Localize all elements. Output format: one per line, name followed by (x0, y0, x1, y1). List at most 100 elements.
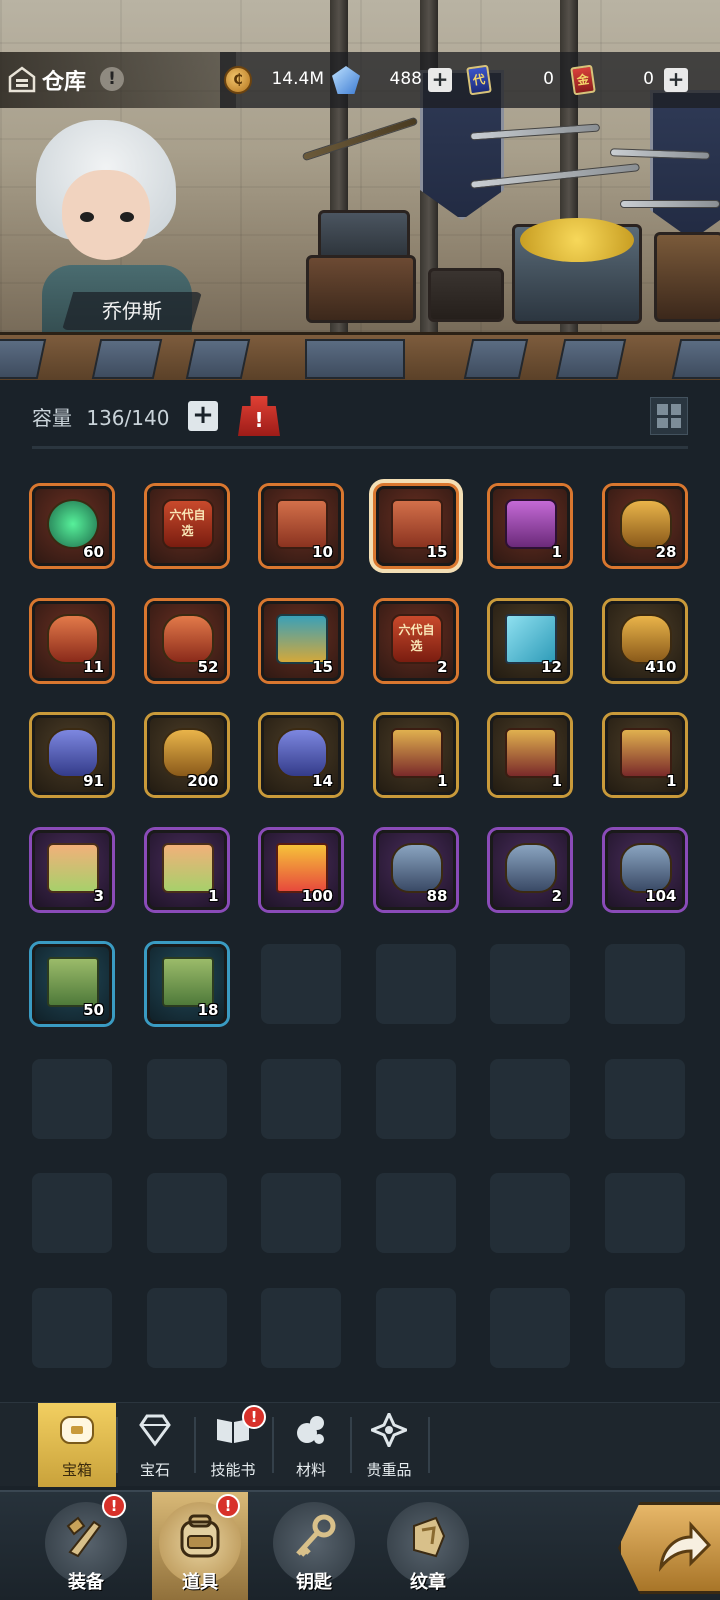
shelf-block (555, 339, 627, 379)
item-slot[interactable]: 50 (32, 944, 112, 1024)
item-slot[interactable]: 52 (146, 600, 227, 681)
empty-slot (261, 1287, 341, 1368)
item-slot[interactable]: 60 (32, 486, 112, 566)
item-slot[interactable]: 六代自选 2 (375, 600, 456, 681)
chest-decor (306, 255, 416, 323)
blue-card-icon: 代 (466, 64, 492, 96)
empty-slot (32, 1287, 112, 1368)
item-slot[interactable]: 1 (146, 829, 227, 910)
nav-label: 装备 (68, 1572, 104, 1593)
sword-decor (620, 200, 720, 208)
tab-book[interactable]: 技能书! (194, 1403, 272, 1487)
empty-slot (604, 1173, 685, 1253)
vase-gold-item-icon (619, 613, 672, 664)
item-slot[interactable]: 104 (604, 829, 685, 910)
title-area: 仓库 ! (0, 52, 236, 108)
vase-gold-item-icon (619, 499, 672, 549)
item-count: 15 (426, 543, 448, 561)
vase-steel-item-icon (619, 842, 672, 893)
item-slot[interactable]: 18 (146, 944, 227, 1024)
empty-slot (146, 1287, 227, 1368)
item-slot[interactable]: 2 (490, 829, 570, 910)
item-slot[interactable]: 六代自选 (146, 486, 227, 566)
add-crystal-button[interactable]: + (428, 68, 452, 92)
item-count: 1 (437, 772, 448, 790)
item-slot[interactable]: 1 (490, 486, 570, 566)
item-slot[interactable]: 3 (32, 829, 112, 910)
empty-slot (32, 1173, 112, 1253)
chest-decor (428, 268, 504, 322)
tab-materials[interactable]: 材料 (272, 1403, 350, 1487)
item-slot[interactable]: 1 (375, 715, 456, 795)
chest-a-item-icon (276, 499, 328, 549)
shelf-block (463, 339, 529, 379)
backpack-icon (178, 1514, 222, 1560)
chest-icon (59, 1413, 95, 1447)
item-count: 1 (551, 772, 562, 790)
nav-key[interactable]: 钥匙 (266, 1492, 362, 1600)
item-slot[interactable]: 100 (261, 829, 341, 910)
shelf-block (671, 339, 720, 379)
tab-diamond[interactable]: 宝石 (116, 1403, 194, 1487)
vase-red-item-icon (47, 613, 99, 664)
item-count: 1 (551, 543, 562, 561)
item-slot[interactable]: 1 (604, 715, 685, 795)
item-slot[interactable]: 28 (604, 486, 685, 566)
warehouse-icon (8, 66, 36, 93)
chest-decor (318, 210, 410, 260)
vase-blue-item-icon (47, 728, 99, 778)
wall-banner (650, 90, 720, 240)
character-face (62, 170, 150, 260)
page-title: 仓库 (42, 70, 87, 95)
item-count: 3 (93, 886, 104, 905)
item-slot[interactable]: 12 (490, 600, 570, 681)
item-slot[interactable]: 410 (604, 600, 685, 681)
empty-slot (604, 1287, 685, 1368)
shelf-block (305, 339, 405, 379)
empty-slot (375, 1058, 456, 1139)
empty-slot (375, 1173, 456, 1253)
bag-alert-glyph: ! (254, 408, 264, 432)
grid-cell-icon (657, 404, 668, 415)
item-count: 2 (437, 657, 448, 676)
tab-label: 宝石 (139, 1461, 170, 1479)
nav-equipment[interactable]: 装备! (38, 1492, 134, 1600)
add-red-card-button[interactable]: + (664, 68, 688, 92)
shelf (0, 332, 720, 380)
item-slot[interactable]: 88 (375, 829, 456, 910)
nav-emblem[interactable]: 纹章 (380, 1492, 476, 1600)
item-slot[interactable]: 1 (490, 715, 570, 795)
blue-card-value: 0 (543, 69, 554, 89)
item-slot[interactable]: 14 (261, 715, 341, 795)
item-slot[interactable]: 15 (375, 486, 456, 566)
empty-slot (261, 1058, 341, 1139)
top-bar: 仓库 ! ₵ 14.4M 488 + 代 0 金 0 + (0, 52, 720, 108)
item-slot[interactable]: 11 (32, 600, 112, 681)
tab-chest[interactable]: 宝箱 (38, 1403, 116, 1487)
item-slot[interactable]: 15 (261, 600, 341, 681)
notification-badge: ! (102, 1494, 126, 1518)
info-icon[interactable]: ! (100, 67, 124, 91)
resource-crystal: 488 + (332, 64, 452, 96)
share-button[interactable] (618, 1502, 720, 1594)
bag-alert-icon[interactable]: ! (238, 396, 280, 436)
empty-slot (490, 1173, 570, 1253)
nav-backpack[interactable]: 道具! (152, 1492, 248, 1600)
item-slot[interactable]: 200 (146, 715, 227, 795)
capacity-label: 容量 (32, 406, 72, 430)
vase-steel-item-icon (390, 842, 443, 893)
item-slot[interactable]: 91 (32, 715, 112, 795)
item-slot[interactable]: 10 (261, 486, 341, 566)
tab-valuables[interactable]: 贵重品 (350, 1403, 428, 1487)
tab-label: 贵重品 (366, 1461, 412, 1479)
expand-capacity-button[interactable]: + (188, 401, 218, 431)
tab-label: 技能书 (210, 1461, 256, 1479)
grid-view-toggle[interactable] (650, 397, 688, 435)
vase-blue-item-icon (276, 728, 328, 778)
item-count: 52 (197, 657, 219, 676)
vase-steel-item-icon (505, 842, 557, 893)
share-arrow-icon (658, 1521, 711, 1572)
box-item-icon (505, 613, 557, 664)
empty-slot (604, 1058, 685, 1139)
chest-decor (654, 232, 720, 322)
